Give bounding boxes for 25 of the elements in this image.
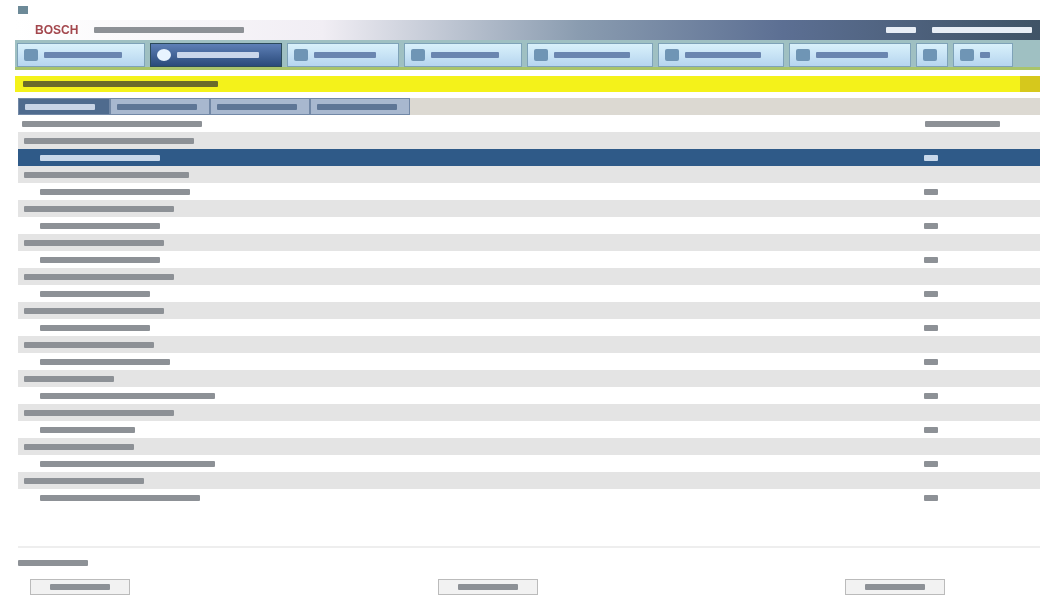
tree-row[interactable] (18, 302, 1040, 319)
sub-tab[interactable] (210, 98, 310, 115)
brand-logo: BOSCH (34, 22, 79, 39)
tree-row[interactable] (18, 404, 1040, 421)
tree-row[interactable] (18, 149, 1040, 166)
toolbar-tab[interactable] (150, 43, 282, 67)
notice-marker (1020, 76, 1040, 92)
tree-row[interactable] (18, 132, 1040, 149)
tree-row[interactable] (18, 234, 1040, 251)
tree-row[interactable] (18, 336, 1040, 353)
blurred-text (886, 27, 916, 33)
tree-row[interactable] (18, 472, 1040, 489)
sub-tab[interactable] (18, 98, 110, 115)
sub-tab[interactable] (310, 98, 410, 115)
blurred-text (18, 560, 88, 566)
tree-row[interactable] (18, 438, 1040, 455)
tree-row[interactable] (18, 200, 1040, 217)
tree-row[interactable] (18, 166, 1040, 183)
footer-button[interactable] (30, 578, 130, 595)
sub-tab[interactable] (110, 98, 210, 115)
app-icon (18, 6, 28, 14)
tree-row[interactable] (18, 268, 1040, 285)
tree-row[interactable] (18, 370, 1040, 387)
footer-button[interactable] (845, 578, 945, 595)
footer-button[interactable] (437, 578, 538, 595)
